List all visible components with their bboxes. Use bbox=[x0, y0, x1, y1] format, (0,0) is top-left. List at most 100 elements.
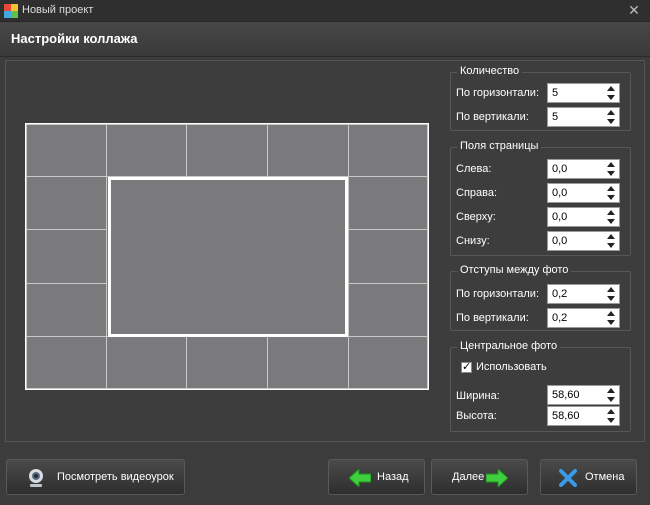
app-icon bbox=[4, 4, 18, 18]
arrow-down-icon[interactable] bbox=[607, 195, 615, 200]
arrow-down-icon[interactable] bbox=[607, 219, 615, 224]
arrow-right-icon bbox=[486, 469, 508, 487]
spinner-value: 0,0 bbox=[552, 211, 568, 223]
arrow-down-icon[interactable] bbox=[607, 397, 615, 402]
count-horizontal-label: По горизонтали: bbox=[456, 87, 539, 99]
spacing-vertical-label: По вертикали: bbox=[456, 312, 529, 324]
margins-group: Поля страницы Слева: 0,0 Справа: 0,0 Све… bbox=[450, 140, 631, 256]
collage-cell bbox=[348, 229, 428, 284]
collage-cell bbox=[26, 283, 107, 337]
spacing-horizontal-label: По горизонтали: bbox=[456, 288, 539, 300]
margin-left-spinner[interactable]: 0,0 bbox=[547, 159, 620, 179]
count-horizontal-spinner[interactable]: 5 bbox=[547, 83, 620, 103]
spinner-arrows[interactable] bbox=[607, 210, 615, 224]
spinner-arrows[interactable] bbox=[607, 311, 615, 325]
watch-tutorial-button[interactable]: Посмотреть видеоурок bbox=[6, 459, 185, 495]
arrow-up-icon[interactable] bbox=[607, 86, 615, 91]
arrow-up-icon[interactable] bbox=[607, 162, 615, 167]
margin-top-label: Сверху: bbox=[456, 211, 496, 223]
title-bar: Новый проект ✕ bbox=[0, 0, 650, 22]
group-title: Количество bbox=[457, 65, 523, 77]
spacing-horizontal-spinner[interactable]: 0,2 bbox=[547, 284, 620, 304]
arrow-down-icon[interactable] bbox=[607, 296, 615, 301]
central-photo-cell bbox=[108, 177, 348, 337]
central-photo-group: Центральное фото ✓ Использовать Ширина: … bbox=[450, 340, 631, 432]
arrow-up-icon[interactable] bbox=[607, 287, 615, 292]
arrow-up-icon[interactable] bbox=[607, 388, 615, 393]
webcam-icon bbox=[29, 469, 43, 487]
next-button[interactable]: Далее bbox=[431, 459, 528, 495]
arrow-down-icon[interactable] bbox=[607, 320, 615, 325]
spacing-group: Отступы между фото По горизонтали: 0,2 П… bbox=[450, 264, 631, 331]
arrow-up-icon[interactable] bbox=[607, 311, 615, 316]
collage-cell bbox=[106, 336, 187, 389]
arrow-down-icon[interactable] bbox=[607, 243, 615, 248]
spinner-value: 5 bbox=[552, 111, 559, 123]
page-title: Настройки коллажа bbox=[11, 31, 138, 46]
spacing-vertical-spinner[interactable]: 0,2 bbox=[547, 308, 620, 328]
back-button[interactable]: Назад bbox=[328, 459, 425, 495]
collage-cell bbox=[348, 283, 428, 337]
collage-cell bbox=[26, 124, 107, 177]
collage-cell bbox=[106, 124, 187, 177]
spinner-arrows[interactable] bbox=[607, 409, 615, 423]
arrow-up-icon[interactable] bbox=[607, 110, 615, 115]
count-vertical-spinner[interactable]: 5 bbox=[547, 107, 620, 127]
arrow-up-icon[interactable] bbox=[607, 210, 615, 215]
back-label: Назад bbox=[377, 471, 409, 483]
margin-bottom-spinner[interactable]: 0,0 bbox=[547, 231, 620, 251]
central-height-spinner[interactable]: 58,60 bbox=[547, 406, 620, 426]
spinner-arrows[interactable] bbox=[607, 186, 615, 200]
spinner-arrows[interactable] bbox=[607, 234, 615, 248]
central-width-spinner[interactable]: 58,60 bbox=[547, 385, 620, 405]
margin-bottom-label: Снизу: bbox=[456, 235, 490, 247]
spinner-arrows[interactable] bbox=[607, 162, 615, 176]
count-group: Количество По горизонтали: 5 По вертикал… bbox=[450, 65, 631, 131]
spinner-arrows[interactable] bbox=[607, 287, 615, 301]
group-title: Отступы между фото bbox=[457, 264, 572, 276]
spinner-arrows[interactable] bbox=[607, 110, 615, 124]
collage-cell bbox=[348, 176, 428, 230]
spinner-value: 0,2 bbox=[552, 312, 568, 324]
collage-cell bbox=[267, 336, 349, 389]
collage-cell bbox=[348, 336, 428, 389]
next-label: Далее bbox=[452, 471, 485, 483]
arrow-up-icon[interactable] bbox=[607, 409, 615, 414]
use-central-label[interactable]: Использовать bbox=[476, 361, 547, 373]
spinner-value: 58,60 bbox=[552, 410, 580, 422]
collage-cell bbox=[186, 336, 268, 389]
arrow-up-icon[interactable] bbox=[607, 186, 615, 191]
cancel-x-icon bbox=[559, 469, 577, 487]
collage-cell bbox=[267, 124, 349, 177]
arrow-down-icon[interactable] bbox=[607, 418, 615, 423]
collage-preview bbox=[25, 123, 429, 390]
arrow-down-icon[interactable] bbox=[607, 171, 615, 176]
arrow-up-icon[interactable] bbox=[607, 234, 615, 239]
close-icon[interactable]: ✕ bbox=[626, 2, 642, 19]
central-height-label: Высота: bbox=[456, 410, 497, 422]
count-vertical-label: По вертикали: bbox=[456, 111, 529, 123]
collage-cell bbox=[26, 176, 107, 230]
collage-cell bbox=[348, 124, 428, 177]
margin-top-spinner[interactable]: 0,0 bbox=[547, 207, 620, 227]
use-central-checkbox[interactable]: ✓ bbox=[461, 361, 472, 373]
page-header: Настройки коллажа bbox=[0, 22, 650, 57]
collage-cell bbox=[26, 229, 107, 284]
cancel-label: Отмена bbox=[585, 471, 625, 483]
margin-right-label: Справа: bbox=[456, 187, 498, 199]
checkmark-icon: ✓ bbox=[462, 361, 472, 373]
spinner-value: 58,60 bbox=[552, 389, 580, 401]
cancel-button[interactable]: Отмена bbox=[540, 459, 637, 495]
spinner-arrows[interactable] bbox=[607, 86, 615, 100]
collage-cell bbox=[26, 336, 107, 389]
arrow-down-icon[interactable] bbox=[607, 95, 615, 100]
spinner-arrows[interactable] bbox=[607, 388, 615, 402]
arrow-down-icon[interactable] bbox=[607, 119, 615, 124]
watch-tutorial-label: Посмотреть видеоурок bbox=[57, 471, 174, 483]
group-title: Центральное фото bbox=[457, 340, 561, 352]
collage-cell bbox=[186, 124, 268, 177]
group-title: Поля страницы bbox=[457, 140, 542, 152]
spinner-value: 0,0 bbox=[552, 187, 568, 199]
spinner-value: 5 bbox=[552, 87, 559, 99]
margin-right-spinner[interactable]: 0,0 bbox=[547, 183, 620, 203]
